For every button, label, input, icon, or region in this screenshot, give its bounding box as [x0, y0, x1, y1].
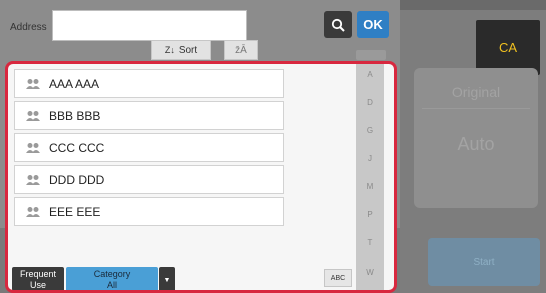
list-item-label: DDD DDD [49, 172, 105, 187]
original-value: Auto [457, 134, 495, 154]
category-label: Category All [93, 269, 131, 290]
alpha-index-a[interactable]: A [356, 70, 384, 79]
alpha-index-j[interactable]: J [356, 154, 384, 163]
list-item-label: BBB BBB [49, 108, 101, 123]
group-icon [25, 78, 41, 90]
alphabet-index[interactable]: A D G J M P T W [356, 64, 384, 290]
category-line2: All [106, 280, 117, 290]
list-item-label: CCC CCC [49, 140, 105, 155]
category-button[interactable]: Category All [66, 267, 158, 290]
group-icon [25, 142, 41, 154]
scroll-handle[interactable] [356, 50, 386, 60]
address-label: Address [10, 22, 47, 33]
frequent-use-label: Frequent Use [19, 269, 57, 290]
search-button[interactable] [324, 11, 352, 38]
frequent-use-button[interactable]: Frequent Use [12, 267, 64, 290]
sort-order-toggle[interactable]: z̄Ā [224, 40, 258, 60]
address-list: AAA AAA BBB BBB CCC CCC DDD DDD EEE EEE … [5, 61, 397, 293]
alpha-index-p[interactable]: P [356, 210, 384, 219]
category-dropdown-button[interactable]: ▼ [159, 267, 175, 290]
abc-button[interactable]: ABC [324, 269, 352, 287]
ca-label: CA [498, 40, 518, 55]
alpha-index-d[interactable]: D [356, 98, 384, 107]
original-setting[interactable]: Original Auto [414, 68, 538, 208]
alpha-index-m[interactable]: M [356, 182, 384, 191]
list-item-label: AAA AAA [49, 76, 100, 91]
start-label: Start [473, 256, 495, 268]
frequent-line1: Frequent [19, 269, 57, 279]
chevron-down-icon: ▼ [163, 276, 171, 284]
ok-label: OK [363, 17, 383, 32]
sort-label: Sort [178, 44, 198, 56]
category-line1: Category [93, 269, 131, 279]
list-item[interactable]: EEE EEE [14, 197, 284, 226]
alpha-index-w[interactable]: W [356, 268, 384, 277]
start-button[interactable]: Start [428, 238, 540, 286]
top-bar [400, 0, 546, 10]
original-label: Original [451, 84, 501, 100]
list-item[interactable]: CCC CCC [14, 133, 284, 162]
group-icon [25, 174, 41, 186]
alpha-index-t[interactable]: T [356, 238, 384, 247]
address-input[interactable] [52, 10, 247, 41]
divider [422, 108, 530, 109]
sort-button[interactable]: Z↓ Sort [151, 40, 211, 60]
abc-label: ABC [330, 274, 346, 282]
frequent-line2: Use [29, 280, 46, 290]
search-icon [331, 18, 345, 32]
sort-az-icon: z̄Ā [235, 44, 247, 56]
group-icon [25, 110, 41, 122]
sort-icon: Z↓ [164, 45, 175, 55]
ca-button[interactable]: CA [476, 20, 540, 75]
list-item[interactable]: DDD DDD [14, 165, 284, 194]
group-icon [25, 206, 41, 218]
ok-button[interactable]: OK [357, 11, 389, 38]
list-item-label: EEE EEE [49, 204, 101, 219]
list-item[interactable]: BBB BBB [14, 101, 284, 130]
alpha-index-g[interactable]: G [356, 126, 384, 135]
list-item[interactable]: AAA AAA [14, 69, 284, 98]
